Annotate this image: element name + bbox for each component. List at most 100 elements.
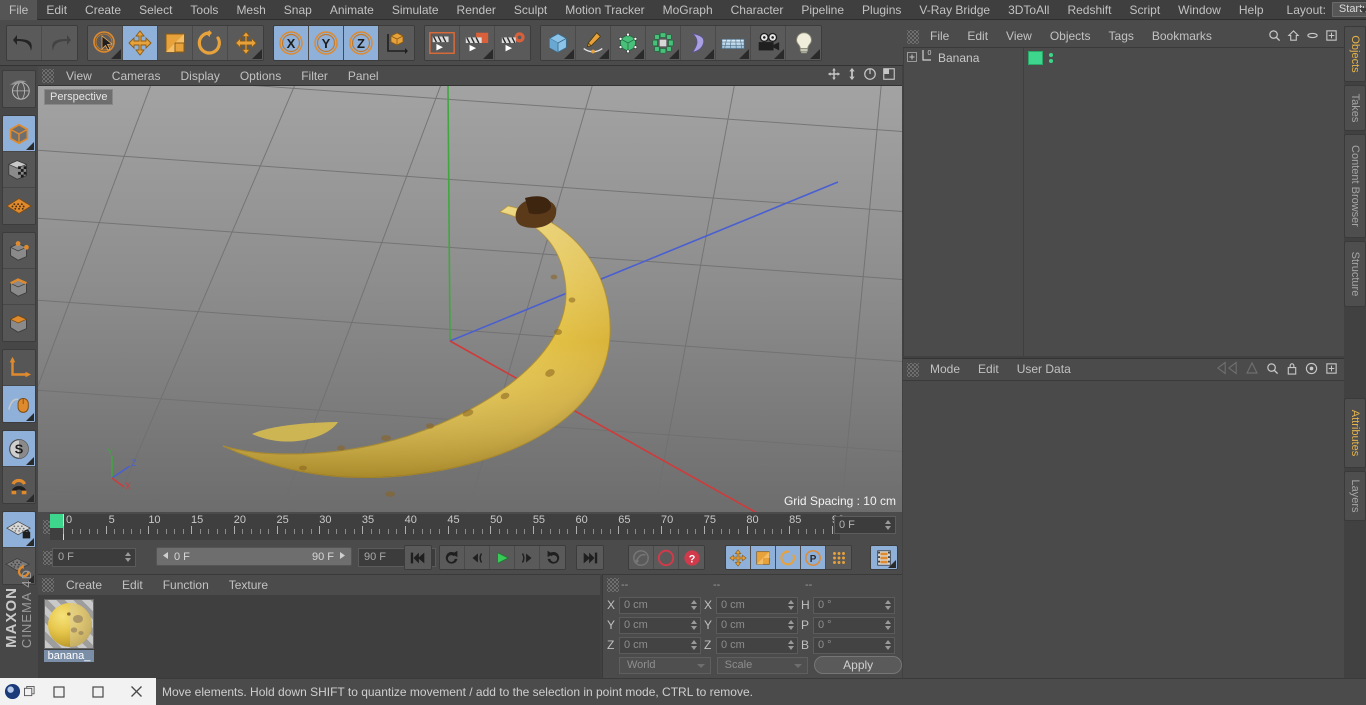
cube-primitive-icon[interactable] — [541, 25, 576, 60]
soft-selection-icon[interactable]: S — [3, 431, 35, 467]
step-back-frame-icon[interactable] — [465, 546, 490, 569]
record-icon[interactable] — [654, 546, 679, 569]
menu-item-snap[interactable]: Snap — [275, 0, 321, 20]
stepper-icon[interactable] — [691, 599, 698, 612]
undo-icon[interactable] — [7, 25, 42, 60]
menu-item-mesh[interactable]: Mesh — [227, 0, 274, 20]
menu-item-sculpt[interactable]: Sculpt — [505, 0, 556, 20]
y-axis-icon[interactable]: Y — [309, 25, 344, 60]
viewport-menu-panel[interactable]: Panel — [338, 66, 389, 86]
coord-space-dropdown[interactable]: World — [619, 656, 711, 674]
coord-field-size-x[interactable]: 0 cm — [716, 596, 798, 614]
object-menu-file[interactable]: File — [921, 26, 958, 47]
menu-item-mograph[interactable]: MoGraph — [654, 0, 722, 20]
dolly-icon[interactable] — [846, 67, 858, 84]
material-menu-edit[interactable]: Edit — [112, 575, 153, 595]
search-icon[interactable] — [1266, 362, 1279, 378]
stepper-icon[interactable] — [788, 619, 795, 632]
go-to-start-icon[interactable] — [405, 546, 431, 569]
step-forward-frame-icon[interactable] — [515, 546, 540, 569]
menu-item-window[interactable]: Window — [1169, 0, 1230, 20]
menu-item-help[interactable]: Help — [1230, 0, 1273, 20]
light-icon[interactable] — [786, 25, 821, 60]
stepper-icon[interactable] — [691, 639, 698, 652]
current-frame-field[interactable]: 0 F — [52, 548, 136, 567]
stepper-icon[interactable] — [885, 599, 892, 612]
z-axis-icon[interactable]: Z — [344, 25, 379, 60]
maximize-icon[interactable] — [78, 678, 117, 705]
menu-item-script[interactable]: Script — [1120, 0, 1169, 20]
menu-item-select[interactable]: Select — [130, 0, 181, 20]
world-coordinate-icon[interactable] — [379, 25, 414, 60]
tab-content-browser[interactable]: Content Browser — [1344, 134, 1366, 238]
restore-icon[interactable] — [39, 678, 78, 705]
material-menu-create[interactable]: Create — [56, 575, 112, 595]
nurbs-icon[interactable] — [611, 25, 646, 60]
lock-icon[interactable] — [1286, 362, 1298, 378]
attribute-content-area[interactable] — [903, 380, 1344, 679]
material-gripper-icon[interactable] — [42, 578, 54, 592]
search-icon[interactable] — [1268, 29, 1281, 45]
c4d-app-icon[interactable] — [0, 678, 39, 705]
coord-field-rot-b[interactable]: 0 ° — [813, 636, 895, 654]
material-menu-texture[interactable]: Texture — [219, 575, 278, 595]
attribute-menu-user-data[interactable]: User Data — [1008, 359, 1080, 380]
pan-icon[interactable] — [827, 67, 841, 84]
live-selection-icon[interactable] — [88, 25, 123, 60]
bend-deformer-icon[interactable] — [681, 25, 716, 60]
material-menu-function[interactable]: Function — [153, 575, 219, 595]
apply-button[interactable]: Apply — [814, 656, 902, 674]
rotation-key-icon[interactable] — [776, 546, 801, 569]
coord-field-size-y[interactable]: 0 cm — [716, 616, 798, 634]
render-settings-icon[interactable] — [495, 25, 530, 60]
range-right-arrow-icon[interactable] — [338, 551, 347, 563]
stepper-icon[interactable] — [691, 619, 698, 632]
preview-range-bar[interactable]: 0 F 90 F — [156, 547, 352, 566]
tab-objects[interactable]: Objects — [1344, 26, 1366, 82]
polygon-grid-icon[interactable] — [3, 188, 35, 224]
stepper-icon[interactable] — [885, 520, 892, 532]
object-menu-tags[interactable]: Tags — [1100, 26, 1143, 47]
object-tag-green[interactable] — [1028, 50, 1043, 65]
tab-layers[interactable]: Layers — [1344, 471, 1366, 521]
viewport-solo-icon[interactable] — [3, 386, 35, 422]
model-mode-icon[interactable] — [3, 116, 35, 152]
array-icon[interactable] — [646, 25, 681, 60]
play-icon[interactable] — [490, 546, 515, 569]
object-gripper-icon[interactable] — [907, 29, 919, 44]
tab-takes[interactable]: Takes — [1344, 85, 1366, 131]
menu-item-3dtoall[interactable]: 3DToAll — [999, 0, 1058, 20]
stepper-icon[interactable] — [788, 639, 795, 652]
menu-item-simulate[interactable]: Simulate — [383, 0, 448, 20]
menu-item-create[interactable]: Create — [76, 0, 130, 20]
step-forward-key-icon[interactable] — [540, 546, 565, 569]
axis-modify-icon[interactable] — [3, 350, 35, 386]
material-list[interactable]: banana_ — [38, 595, 600, 679]
add-icon[interactable] — [1325, 362, 1338, 378]
stepper-icon[interactable] — [788, 599, 795, 612]
home-icon[interactable] — [1287, 29, 1300, 45]
stepper-icon[interactable] — [885, 619, 892, 632]
ellipse-icon[interactable] — [1306, 29, 1319, 45]
layout-dropdown[interactable]: Startup — [1331, 2, 1366, 17]
spline-pen-icon[interactable] — [576, 25, 611, 60]
material-swatch[interactable] — [44, 599, 94, 649]
close-icon[interactable] — [117, 678, 156, 705]
coord-field-rot-h[interactable]: 0 ° — [813, 596, 895, 614]
floor-icon[interactable] — [716, 25, 751, 60]
coord-gripper-icon[interactable] — [607, 578, 619, 592]
render-view-icon[interactable] — [425, 25, 460, 60]
texture-mode-icon[interactable] — [3, 152, 35, 188]
step-back-key-icon[interactable] — [440, 546, 465, 569]
viewport-menu-view[interactable]: View — [56, 66, 102, 86]
menu-item-plugins[interactable]: Plugins — [853, 0, 910, 20]
timeline-frame-field[interactable]: 0 F — [834, 516, 896, 534]
attribute-gripper-icon[interactable] — [907, 362, 919, 377]
expander-icon[interactable] — [907, 51, 917, 65]
menu-item-motion-tracker[interactable]: Motion Tracker — [556, 0, 653, 20]
go-to-end-icon[interactable] — [577, 546, 603, 569]
object-menu-edit[interactable]: Edit — [958, 26, 997, 47]
coord-field-pos-y[interactable]: 0 cm — [619, 616, 701, 634]
menu-item-file[interactable]: File — [0, 0, 38, 20]
menu-item-edit[interactable]: Edit — [37, 0, 76, 20]
